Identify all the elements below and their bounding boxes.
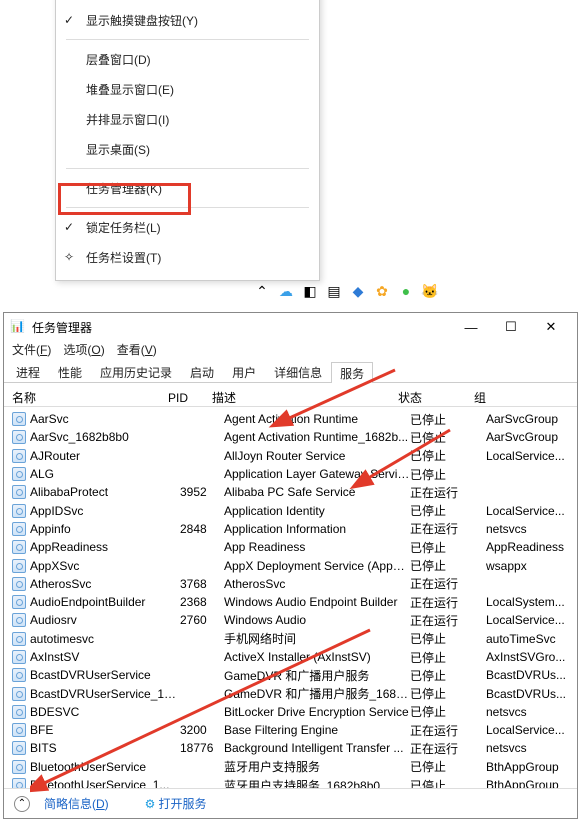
tray-icon[interactable]: ● bbox=[398, 283, 414, 299]
open-services-link[interactable]: ⚙打开服务 bbox=[145, 795, 207, 812]
gear-icon: ⚙ bbox=[145, 797, 156, 811]
service-row[interactable]: AudioEndpointBuilder2368Windows Audio En… bbox=[4, 593, 577, 611]
tray-icon[interactable]: ▤ bbox=[326, 283, 342, 299]
tab-性能[interactable]: 性能 bbox=[49, 361, 91, 382]
col-desc[interactable]: 描述 bbox=[212, 389, 398, 406]
service-row[interactable]: BDESVCBitLocker Drive Encryption Service… bbox=[4, 703, 577, 721]
services-list: AarSvcAgent Activation Runtime已停止AarSvcG… bbox=[4, 407, 577, 788]
tray-icon[interactable]: ◧ bbox=[302, 283, 318, 299]
tray-icon[interactable]: ◆ bbox=[350, 283, 366, 299]
tray-icon[interactable]: ✿ bbox=[374, 283, 390, 299]
window-title: 任务管理器 bbox=[32, 319, 92, 336]
chevron-up-icon[interactable]: ⌃ bbox=[14, 796, 30, 812]
service-row[interactable]: AarSvcAgent Activation Runtime已停止AarSvcG… bbox=[4, 410, 577, 428]
tray-icon[interactable]: ⌃ bbox=[254, 283, 270, 299]
context-menu-item[interactable]: 层叠窗口(D) bbox=[56, 44, 319, 74]
context-menu-item[interactable]: 任务管理器(K) bbox=[56, 173, 319, 203]
service-icon bbox=[12, 741, 26, 755]
tab-启动[interactable]: 启动 bbox=[181, 361, 223, 382]
service-icon bbox=[12, 668, 26, 682]
service-icon bbox=[12, 430, 26, 444]
service-row[interactable]: AarSvc_1682b8b0Agent Activation Runtime_… bbox=[4, 428, 577, 446]
service-icon bbox=[12, 559, 26, 573]
service-icon bbox=[12, 723, 26, 737]
service-row[interactable]: AxInstSVActiveX Installer (AxInstSV)已停止A… bbox=[4, 648, 577, 666]
service-row[interactable]: AppReadinessApp Readiness已停止AppReadiness bbox=[4, 538, 577, 556]
service-row[interactable]: AppXSvcAppX Deployment Service (AppX...已… bbox=[4, 556, 577, 574]
menu-file[interactable]: 文件(F) bbox=[12, 341, 51, 361]
footer: ⌃ 简略信息(D) ⚙打开服务 bbox=[4, 788, 577, 818]
context-menu-item[interactable]: 显示桌面(S) bbox=[56, 134, 319, 164]
service-icon bbox=[12, 613, 26, 627]
service-icon bbox=[12, 540, 26, 554]
context-menu-item[interactable]: ✓显示触摸键盘按钮(Y) bbox=[56, 5, 319, 35]
service-icon bbox=[12, 705, 26, 719]
app-icon: 📊 bbox=[10, 319, 26, 335]
service-icon bbox=[12, 504, 26, 518]
service-row[interactable]: BluetoothUserService_1...蓝牙用户支持服务_1682b8… bbox=[4, 776, 577, 788]
context-menu-item[interactable]: 并排显示窗口(I) bbox=[56, 104, 319, 134]
service-row[interactable]: Audiosrv2760Windows Audio正在运行LocalServic… bbox=[4, 611, 577, 629]
service-row[interactable]: BcastDVRUserService_16...GameDVR 和广播用户服务… bbox=[4, 684, 577, 702]
menubar: 文件(F) 选项(O) 查看(V) bbox=[4, 341, 577, 361]
col-name[interactable]: 名称 bbox=[12, 389, 168, 406]
context-menu-item[interactable]: ✓锁定任务栏(L) bbox=[56, 212, 319, 242]
service-row[interactable]: BcastDVRUserServiceGameDVR 和广播用户服务已停止Bca… bbox=[4, 666, 577, 684]
brief-info-link[interactable]: 简略信息(D) bbox=[44, 795, 109, 812]
context-menu-item[interactable]: 堆叠显示窗口(E) bbox=[56, 74, 319, 104]
menu-view[interactable]: 查看(V) bbox=[117, 341, 157, 361]
service-icon bbox=[12, 760, 26, 774]
tab-服务[interactable]: 服务 bbox=[331, 362, 373, 383]
service-row[interactable]: Appinfo2848Application Information正在运行ne… bbox=[4, 520, 577, 538]
close-button[interactable]: ✕ bbox=[531, 314, 571, 340]
service-row[interactable]: AlibabaProtect3952Alibaba PC Safe Servic… bbox=[4, 483, 577, 501]
titlebar: 📊 任务管理器 — ☐ ✕ bbox=[4, 313, 577, 341]
service-row[interactable]: autotimesvc手机网络时间已停止autoTimeSvc bbox=[4, 630, 577, 648]
minimize-button[interactable]: — bbox=[451, 314, 491, 340]
taskbar-context-menu: 显示"Windows Ink 工作区"按钮(W)✓显示触摸键盘按钮(Y)层叠窗口… bbox=[55, 0, 320, 281]
service-row[interactable]: AtherosSvc3768AtherosSvc正在运行 bbox=[4, 575, 577, 593]
service-icon bbox=[12, 778, 26, 788]
service-icon bbox=[12, 595, 26, 609]
service-icon bbox=[12, 485, 26, 499]
service-icon bbox=[12, 449, 26, 463]
col-group[interactable]: 组 bbox=[474, 389, 577, 406]
system-tray: ⌃ ☁ ◧ ▤ ◆ ✿ ● 🐱 bbox=[254, 283, 438, 299]
col-pid[interactable]: PID bbox=[168, 391, 212, 405]
tab-应用历史记录[interactable]: 应用历史记录 bbox=[91, 361, 181, 382]
tray-icon[interactable]: 🐱 bbox=[422, 283, 438, 299]
service-row[interactable]: BluetoothUserService蓝牙用户支持服务已停止BthAppGro… bbox=[4, 758, 577, 776]
tab-用户[interactable]: 用户 bbox=[223, 361, 265, 382]
task-manager-window: 📊 任务管理器 — ☐ ✕ 文件(F) 选项(O) 查看(V) 进程性能应用历史… bbox=[3, 312, 578, 819]
service-icon bbox=[12, 687, 26, 701]
tabs: 进程性能应用历史记录启动用户详细信息服务 bbox=[4, 361, 577, 383]
service-row[interactable]: BFE3200Base Filtering Engine正在运行LocalSer… bbox=[4, 721, 577, 739]
tab-详细信息[interactable]: 详细信息 bbox=[265, 361, 331, 382]
service-icon bbox=[12, 577, 26, 591]
maximize-button[interactable]: ☐ bbox=[491, 314, 531, 340]
column-headers: 名称 PID 描述 状态 组 bbox=[4, 387, 577, 407]
service-row[interactable]: AppIDSvcApplication Identity已停止LocalServ… bbox=[4, 501, 577, 519]
tray-icon[interactable]: ☁ bbox=[278, 283, 294, 299]
context-menu-item[interactable]: ✧任务栏设置(T) bbox=[56, 242, 319, 272]
service-icon bbox=[12, 650, 26, 664]
service-row[interactable]: BITS18776Background Intelligent Transfer… bbox=[4, 739, 577, 757]
tab-进程[interactable]: 进程 bbox=[7, 361, 49, 382]
menu-options[interactable]: 选项(O) bbox=[63, 341, 104, 361]
service-icon bbox=[12, 632, 26, 646]
service-row[interactable]: ALGApplication Layer Gateway Service已停止 bbox=[4, 465, 577, 483]
col-status[interactable]: 状态 bbox=[398, 389, 474, 406]
service-icon bbox=[12, 522, 26, 536]
service-icon bbox=[12, 412, 26, 426]
service-row[interactable]: AJRouterAllJoyn Router Service已停止LocalSe… bbox=[4, 447, 577, 465]
service-icon bbox=[12, 467, 26, 481]
